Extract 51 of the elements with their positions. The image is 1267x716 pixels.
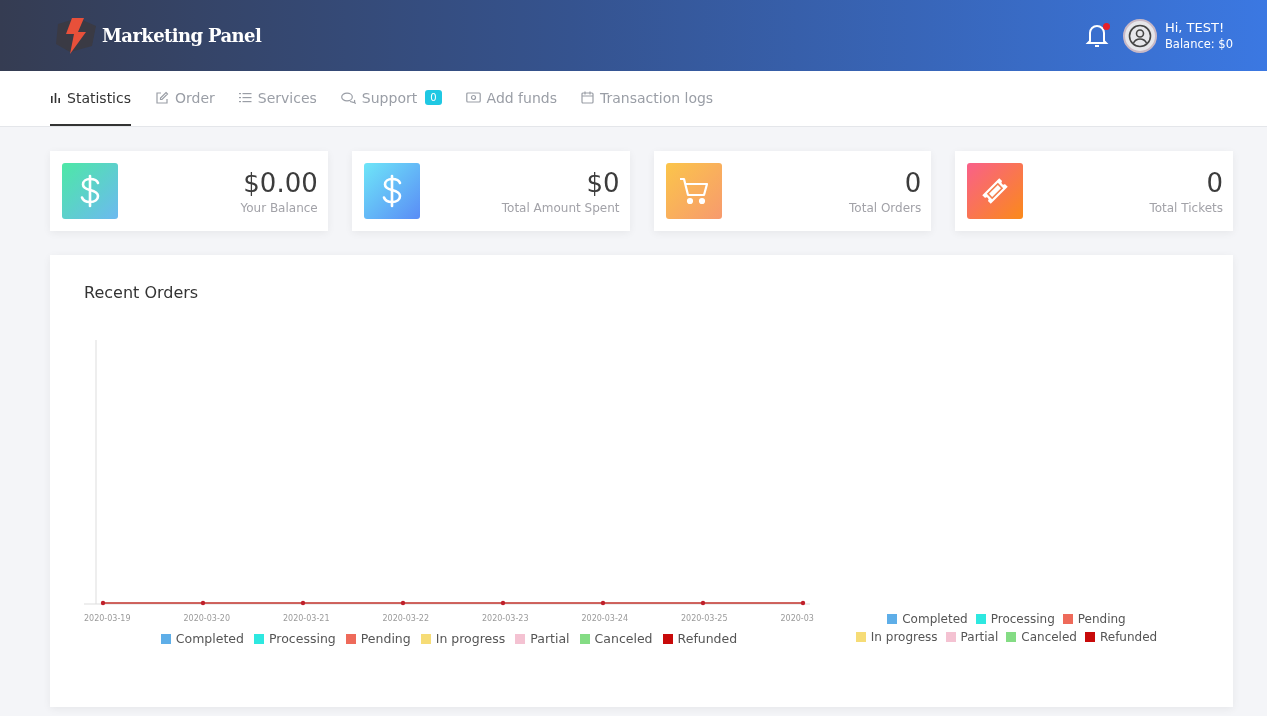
stat-label: Your Balance bbox=[240, 201, 318, 215]
legend-label: Partial bbox=[960, 630, 999, 644]
stat-value: $0 bbox=[586, 167, 620, 199]
nav-tab[interactable]: Add funds bbox=[465, 71, 557, 126]
legend-label: Completed bbox=[175, 631, 244, 646]
axis-label: 2020-03-24 bbox=[581, 614, 628, 623]
bar-chart-icon bbox=[50, 92, 61, 103]
legend-label: Pending bbox=[360, 631, 411, 646]
axis-label: 2020-03 bbox=[780, 614, 814, 623]
axis-label: 2020-03-23 bbox=[482, 614, 529, 623]
legend-label: Processing bbox=[990, 612, 1055, 626]
nav-tab[interactable]: Support 0 bbox=[340, 71, 442, 126]
axis-label: 2020-03-25 bbox=[681, 614, 728, 623]
list-icon bbox=[238, 92, 252, 103]
legend-label: Completed bbox=[902, 612, 968, 626]
greeting-text: Hi, TEST! bbox=[1164, 18, 1226, 36]
legend-label: Refunded bbox=[677, 631, 738, 646]
stat-value: 0 bbox=[904, 167, 922, 199]
nav-tab[interactable]: Statistics bbox=[50, 71, 131, 126]
panel-title: Recent Orders bbox=[84, 283, 200, 302]
edit-icon bbox=[155, 90, 169, 105]
avatar[interactable] bbox=[1122, 18, 1157, 53]
legend-label: Canceled bbox=[1021, 630, 1077, 644]
axis-label: 2020-03-22 bbox=[382, 614, 429, 623]
legend-label: Pending bbox=[1077, 612, 1126, 626]
user-icon bbox=[1127, 23, 1152, 48]
legend-label: Canceled bbox=[594, 631, 653, 646]
axis-label: 2020-03-21 bbox=[283, 614, 330, 623]
stat-value: 0 bbox=[1206, 167, 1223, 199]
chat-icon bbox=[340, 91, 356, 104]
nav-tab[interactable]: Order bbox=[155, 71, 215, 126]
calendar-icon bbox=[581, 91, 594, 104]
stat-label: Total Amount Spent bbox=[501, 201, 620, 215]
stat-value: $0.00 bbox=[243, 167, 318, 199]
cart-icon bbox=[678, 177, 709, 205]
nav-tab[interactable]: Transaction logs bbox=[581, 71, 714, 126]
count-badge: 0 bbox=[425, 90, 442, 105]
balance-text: Balance: $0 bbox=[1164, 35, 1233, 53]
legend-label: Refunded bbox=[1099, 630, 1158, 644]
logo-text: Marketing Panel bbox=[102, 25, 262, 46]
stat-label: Total Tickets bbox=[1149, 201, 1223, 215]
dollar-icon bbox=[78, 174, 102, 208]
legend-label: Processing bbox=[269, 631, 336, 646]
legend-label: Partial bbox=[530, 631, 570, 646]
nav-tab[interactable]: Services bbox=[238, 71, 317, 126]
banknote-icon bbox=[465, 92, 481, 103]
legend-label: In progress bbox=[435, 631, 506, 646]
legend-label: In progress bbox=[870, 630, 938, 644]
axis-label: 2020-03-20 bbox=[183, 614, 230, 623]
stat-label: Total Orders bbox=[849, 201, 922, 215]
axis-label: 2020-03-19 bbox=[84, 614, 131, 623]
